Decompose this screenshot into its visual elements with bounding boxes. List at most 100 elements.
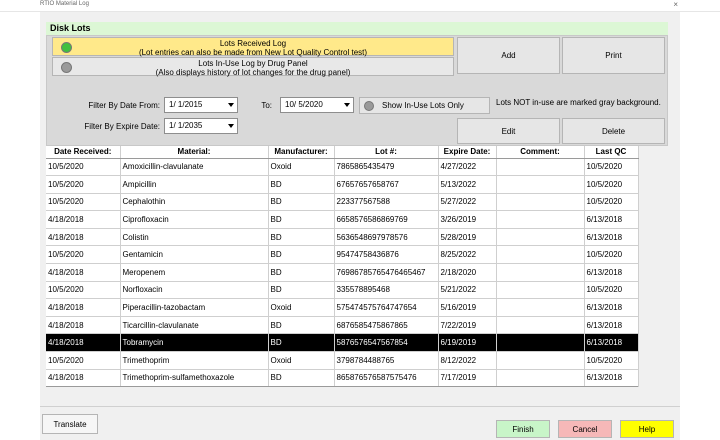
column-header[interactable]: Material: (120, 146, 269, 159)
table-row[interactable]: 10/5/2020 Amoxicillin-clavulanate Oxoid 786… (46, 158, 639, 177)
table-row[interactable]: 4/18/2018 Trimethoprim-sulfamethoxazole BD… (46, 369, 639, 388)
expire-date-value: 1/ 1/2035 (169, 121, 203, 130)
date-from-label: Filter By Date From: (88, 101, 160, 110)
table-cell: 4/27/2022 (438, 158, 497, 177)
table-row[interactable]: 4/18/2018 Tobramycin BD 5876576547567854 6/1… (46, 333, 639, 353)
table-cell: 8/25/2022 (438, 245, 497, 265)
table-cell: 6/19/2019 (438, 333, 497, 353)
option-lots-inuse[interactable]: Lots In-Use Log by Drug Panel (Also disp… (52, 57, 454, 77)
edit-button[interactable]: Edit (457, 118, 560, 144)
table-cell: BD (268, 193, 335, 212)
table-cell: 7/17/2019 (438, 369, 497, 388)
finish-button[interactable]: Finish (496, 420, 550, 438)
column-header[interactable]: Last QC (584, 146, 639, 159)
table-cell: 5/16/2019 (438, 298, 497, 317)
table-cell: 6/13/2018 (584, 228, 639, 247)
table-cell (496, 333, 585, 353)
table-cell: Amoxicillin-clavulanate (120, 158, 269, 177)
unselected-led-icon (61, 62, 72, 73)
table-cell: 6658576586869769 (334, 210, 439, 229)
table-cell: 10/5/2020 (46, 175, 121, 194)
table-cell: 10/5/2020 (46, 245, 121, 265)
table-cell: BD (268, 210, 335, 229)
table-cell: 6/13/2018 (584, 210, 639, 229)
table-cell: 8/12/2022 (438, 351, 497, 370)
table-cell: Oxoid (268, 351, 335, 370)
title-bar: RTIO Material Log × (0, 0, 720, 12)
date-from-value: 1/ 1/2015 (169, 100, 203, 109)
show-inuse-only-toggle[interactable]: Show In-Use Lots Only (359, 97, 490, 114)
table-cell: 6876585475867865 (334, 316, 439, 335)
table-cell: 3/26/2019 (438, 210, 497, 229)
delete-button[interactable]: Delete (562, 118, 665, 144)
table-cell: 95474758436876 (334, 245, 439, 265)
table-cell: 10/5/2020 (46, 281, 121, 300)
table-cell: 5/27/2022 (438, 193, 497, 212)
table-cell: BD (268, 245, 335, 265)
table-cell: Meropenem (120, 263, 269, 282)
table-cell: Norfloxacin (120, 281, 269, 300)
table-cell: 6/13/2018 (584, 333, 639, 353)
date-to-label: To: (261, 101, 272, 110)
table-row[interactable]: 4/18/2018 Ticarcillin-clavulanate BD 687658… (46, 316, 639, 335)
table-row[interactable]: 4/18/2018 Meropenem BD 76986785765476465467… (46, 263, 639, 282)
table-cell: Ticarcillin-clavulanate (120, 316, 269, 335)
table-row[interactable]: 10/5/2020 Cephalothin BD 223377567588 5/27/2… (46, 193, 639, 212)
table-cell: 575474575764747654 (334, 298, 439, 317)
column-header[interactable]: Expire Date: (438, 146, 497, 159)
table-cell: 76986785765476465467 (334, 263, 439, 282)
table-row[interactable]: 4/18/2018 Ciprofloxacin BD 6658576586869769… (46, 210, 639, 229)
table-cell: Gentamicin (120, 245, 269, 265)
add-button[interactable]: Add (457, 37, 560, 74)
table-cell (496, 298, 585, 317)
option-inuse-line2: (Also displays history of lot changes fo… (155, 68, 351, 77)
table-cell: Piperacillin-tazobactam (120, 298, 269, 317)
table-cell (496, 281, 585, 300)
table-cell: 5/28/2019 (438, 228, 497, 247)
table-row[interactable]: 10/5/2020 Gentamicin BD 95474758436876 8/25/… (46, 245, 639, 265)
table-row[interactable]: 10/5/2020 Trimethoprim Oxoid 3798784488765 8… (46, 351, 639, 370)
selected-led-icon (61, 42, 72, 53)
column-header[interactable]: Date Received: (46, 146, 121, 159)
table-row[interactable]: 4/18/2018 Piperacillin-tazobactam Oxoid 575… (46, 298, 639, 317)
help-button[interactable]: Help (620, 420, 674, 438)
section-title: Disk Lots (50, 23, 91, 33)
lots-table: Date Received: Material: Manufacturer: Lot … (46, 146, 639, 388)
table-cell: 4/18/2018 (46, 316, 121, 335)
close-icon[interactable]: × (673, 0, 678, 9)
table-row[interactable]: 4/18/2018 Colistin BD 5636548697978576 5/28/… (46, 228, 639, 247)
table-cell: Cephalothin (120, 193, 269, 212)
column-header[interactable]: Lot #: (334, 146, 439, 159)
table-row[interactable]: 10/5/2020 Ampicillin BD 67657657658767 5/13/… (46, 175, 639, 194)
cancel-button[interactable]: Cancel (558, 420, 612, 438)
table-cell (496, 369, 585, 388)
table-row[interactable]: 10/5/2020 Norfloxacin BD 335578895468 5/21/2… (46, 281, 639, 300)
table-cell: 335578895468 (334, 281, 439, 300)
table-cell: Oxoid (268, 158, 335, 177)
option-inuse-line1: Lots In-Use Log by Drug Panel (198, 59, 308, 68)
translate-button[interactable]: Translate (42, 414, 98, 434)
option-received-line1: Lots Received Log (219, 39, 287, 48)
table-cell: Colistin (120, 228, 269, 247)
section-header: Disk Lots (46, 22, 668, 35)
chevron-down-icon (228, 124, 234, 128)
expire-date-dropdown[interactable]: 1/ 1/2035 (164, 118, 238, 134)
date-from-dropdown[interactable]: 1/ 1/2015 (164, 97, 238, 113)
table-cell: Trimethoprim (120, 351, 269, 370)
table-cell: 5636548697978576 (334, 228, 439, 247)
column-header[interactable]: Manufacturer: (268, 146, 335, 159)
table-cell: 5/13/2022 (438, 175, 497, 194)
toggle-led-icon (364, 100, 374, 111)
table-cell (496, 158, 585, 177)
table-cell: 4/18/2018 (46, 298, 121, 317)
table-cell: Trimethoprim-sulfamethoxazole (120, 369, 269, 388)
table-cell: 4/18/2018 (46, 228, 121, 247)
option-lots-received[interactable]: Lots Received Log (Lot entries can also … (52, 37, 454, 57)
table-cell (496, 175, 585, 194)
date-to-dropdown[interactable]: 10/ 5/2020 (280, 97, 354, 113)
table-cell: Ampicillin (120, 175, 269, 194)
column-header[interactable]: Comment: (496, 146, 585, 159)
table-cell: BD (268, 175, 335, 194)
table-cell: 4/18/2018 (46, 263, 121, 282)
print-button[interactable]: Print (562, 37, 665, 74)
